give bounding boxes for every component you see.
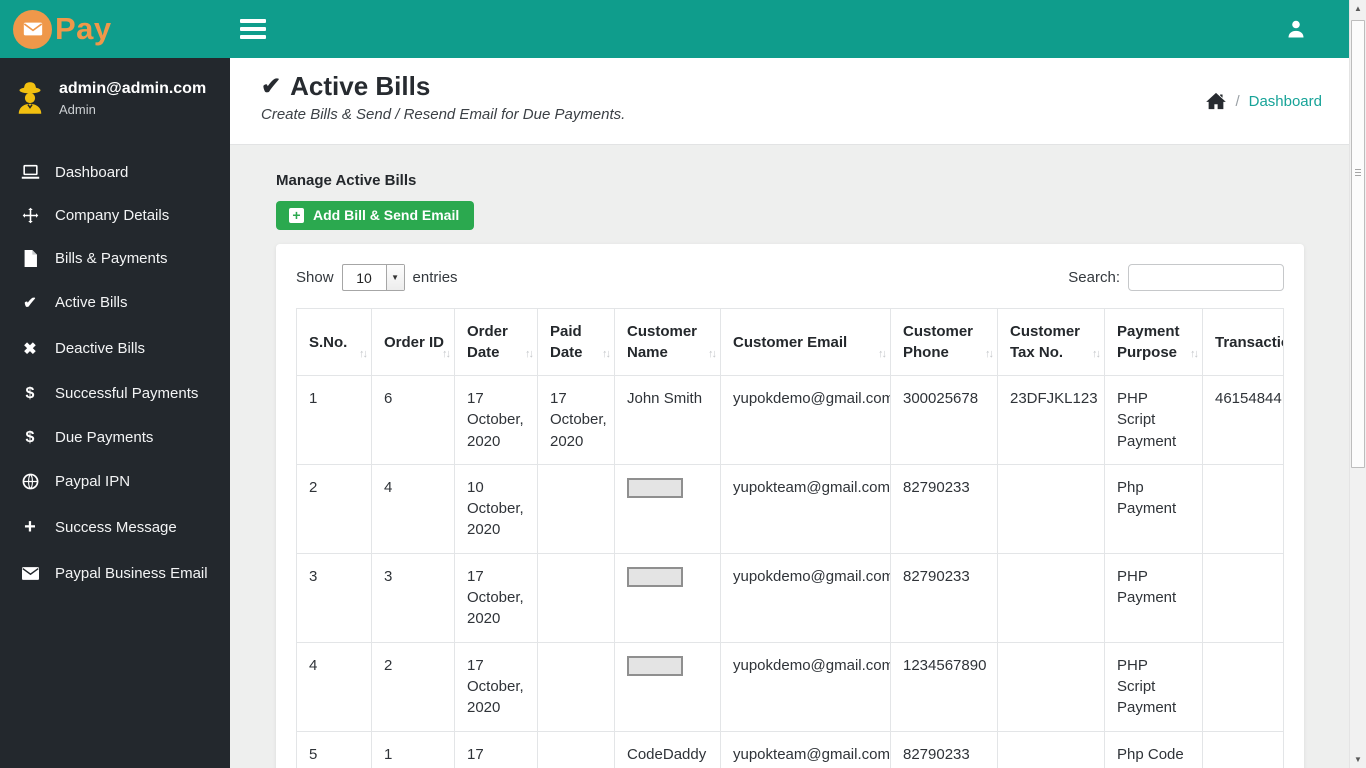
page-header: ✔ Active Bills Create Bills & Send / Res… [230,58,1366,145]
chevron-down-icon: ▼ [385,265,404,290]
move-arrows-icon [20,207,40,224]
redacted-customer-name [627,477,683,498]
column-header-sno[interactable]: S.No. ↑↓ [296,308,372,376]
brand-name: Pay [55,11,112,46]
check-icon: ✔ [261,73,282,100]
column-header-paid-date[interactable]: Paid Date ↑↓ [537,308,615,376]
entries-select[interactable]: 10 ▼ [341,264,405,291]
sidebar-item-bills-payments[interactable]: Bills & Payments [0,237,230,280]
column-header-payment-purpose[interactable]: Payment Purpose ↑↓ [1104,308,1203,376]
scrollbar-grip [1355,169,1361,176]
user-email: admin@admin.com [59,80,207,97]
column-header-order-date[interactable]: Order Date ↑↓ [454,308,538,376]
breadcrumb-link-dashboard[interactable]: Dashboard [1249,93,1322,110]
plus-icon: + [24,515,36,538]
envelope-icon [13,9,52,49]
sidebar-item-successful-payments[interactable]: $ Successful Payments [0,372,230,416]
dollar-icon: $ [25,428,35,446]
column-header-transaction[interactable]: Transaction [1202,308,1284,376]
sidebar-item-due-payments[interactable]: $ Due Payments [0,416,230,460]
active-bills-table: S.No. ↑↓ Order ID ↑↓ Order Date ↑↓ Paid Dat… [296,308,1284,768]
table-row: 3 3 17 October, 2020 yupokdemo@gmail.com… [296,552,1284,643]
brand-logo[interactable]: Pay [0,0,230,58]
column-header-customer-email[interactable]: Customer Email ↑↓ [720,308,891,376]
user-block: admin@admin.com Admin [0,58,230,133]
entries-label: entries [412,269,458,286]
sort-icon: ↑↓ [359,347,368,360]
envelope-icon [20,566,40,580]
sidebar-item-success-message[interactable]: + Success Message [0,503,230,552]
sort-icon: ↑↓ [525,347,534,360]
sidebar: Pay admin@admin.com Admin Dashboard Comp… [0,0,230,768]
user-avatar-icon[interactable] [1284,17,1308,41]
search-input[interactable] [1128,264,1284,291]
sidebar-item-active-bills[interactable]: ✔ Active Bills [0,280,230,326]
table-card: Show 10 ▼ entries Search: S.No. ↑↓ Order… [276,244,1304,768]
sort-icon: ↑↓ [602,347,611,360]
user-role: Admin [59,101,96,117]
sort-icon: ↑↓ [708,347,717,360]
home-icon[interactable] [1206,92,1227,110]
redacted-customer-name [627,655,683,676]
scroll-down-button[interactable]: ▼ [1350,751,1366,768]
topbar [230,0,1366,58]
app-window: Pay admin@admin.com Admin Dashboard Comp… [0,0,1366,768]
table-row: 1 6 17 October, 2020 17 October, 2020 Jo… [296,375,1284,465]
check-icon: ✔ [23,294,37,312]
dollar-icon: $ [25,384,35,402]
table-header-row: S.No. ↑↓ Order ID ↑↓ Order Date ↑↓ Paid Dat… [296,308,1284,376]
search-label: Search: [1068,269,1120,286]
sort-icon: ↑↓ [1190,347,1199,360]
sidebar-item-paypal-ipn[interactable]: Paypal IPN [0,460,230,503]
column-header-customer-tax[interactable]: Customer Tax No. ↑↓ [997,308,1105,376]
globe-icon [20,473,40,490]
sidebar-item-dashboard[interactable]: Dashboard [0,151,230,194]
show-label: Show [296,269,334,286]
hamburger-menu-icon[interactable] [240,15,268,43]
section-title: Manage Active Bills [276,172,417,189]
add-bill-button[interactable]: + Add Bill & Send Email [276,201,475,230]
page-title: ✔ Active Bills [261,71,431,101]
column-header-customer-name[interactable]: Customer Name ↑↓ [614,308,721,376]
sort-icon: ↑↓ [1092,347,1101,360]
close-icon: ✖ [23,340,37,358]
vertical-scrollbar[interactable]: ▲ ▼ [1349,0,1366,768]
breadcrumb: / Dashboard [1206,92,1322,110]
redacted-customer-name [627,566,683,587]
sidebar-item-deactive-bills[interactable]: ✖ Deactive Bills [0,326,230,372]
sidebar-item-company-details[interactable]: Company Details [0,194,230,237]
table-row: 5 1 17 October, 2020 CodeDaddy yupokteam… [296,730,1284,768]
scroll-up-button[interactable]: ▲ [1350,0,1366,17]
sort-icon: ↑↓ [442,347,451,360]
spy-user-icon [12,80,48,116]
plus-square-icon: + [289,207,304,223]
sort-icon: ↑↓ [985,347,994,360]
sort-icon: ↑↓ [878,347,887,360]
page-subtitle: Create Bills & Send / Resend Email for D… [261,106,626,123]
sidebar-item-paypal-business-email[interactable]: Paypal Business Email [0,552,230,595]
column-header-customer-phone[interactable]: Customer Phone ↑↓ [890,308,998,376]
table-row: 2 4 10 October, 2020 yupokteam@gmail.com… [296,463,1284,554]
laptop-icon [20,164,40,180]
sidebar-menu: Dashboard Company Details Bills & Paymen… [0,151,230,595]
main-content: Manage Active Bills + Add Bill & Send Em… [230,145,1349,768]
column-header-order-id[interactable]: Order ID ↑↓ [371,308,455,376]
scrollbar-thumb[interactable] [1351,20,1365,468]
table-row: 4 2 17 October, 2020 yupokdemo@gmail.com… [296,641,1284,732]
file-icon [20,249,40,267]
breadcrumb-separator: / [1235,92,1240,110]
